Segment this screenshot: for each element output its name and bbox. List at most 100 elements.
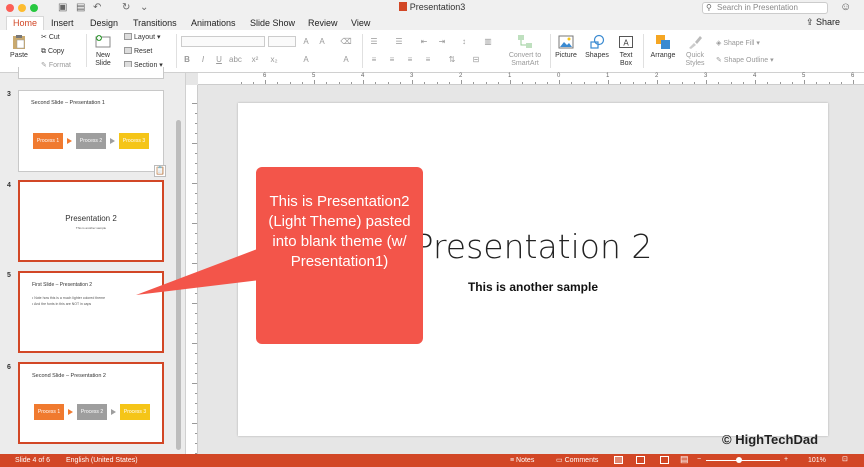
callout-annotation: This is Presentation2 (Light Theme) past… — [256, 167, 423, 344]
cut-button[interactable]: ✂ Cut — [41, 33, 60, 42]
justify-icon[interactable]: ≡ — [422, 54, 434, 65]
tab-insert[interactable]: Insert — [51, 17, 74, 29]
tab-slide-show[interactable]: Slide Show — [250, 17, 295, 29]
align-center-icon[interactable]: ≡ — [386, 54, 398, 65]
numbering-icon[interactable]: ☰ — [393, 36, 405, 47]
shapes-icon — [590, 34, 605, 49]
text-box-button[interactable]: A Text Box — [614, 34, 638, 68]
bold-button[interactable]: B — [181, 54, 193, 65]
ribbon-tabs: Home Insert Design Transitions Animation… — [0, 16, 864, 30]
shapes-button[interactable]: Shapes — [584, 34, 610, 60]
notes-button[interactable]: ≡ Notes — [510, 455, 534, 466]
paste-button[interactable]: Paste — [6, 34, 32, 60]
slideshow-icon[interactable]: ▤ — [680, 454, 689, 465]
ruler-tick — [195, 133, 197, 134]
reset-button[interactable]: Reset — [124, 47, 152, 56]
arrow-right-icon — [68, 409, 73, 415]
tab-review[interactable]: Review — [308, 17, 338, 29]
quick-styles-label: Quick Styles — [685, 52, 705, 67]
fit-to-window-icon[interactable]: ⊡ — [842, 454, 848, 465]
ruler-number: 5 — [802, 73, 806, 79]
ruler-tick — [571, 82, 573, 84]
align-right-icon[interactable]: ≡ — [404, 54, 416, 65]
quick-styles-button[interactable]: Quick Styles — [680, 34, 710, 68]
ruler-tick — [252, 82, 254, 84]
decrease-indent-icon[interactable]: ⇤ — [418, 36, 430, 47]
arrange-button[interactable]: Arrange — [648, 34, 678, 60]
zoom-slider[interactable] — [706, 460, 780, 461]
shape-outline-button[interactable]: ✎ Shape Outline ▾ — [716, 56, 774, 65]
ruler-tick — [706, 80, 707, 84]
new-slide-button[interactable]: New Slide — [90, 34, 116, 68]
slide-thumbnail-partial[interactable] — [18, 67, 164, 79]
ruler-tick — [350, 82, 352, 84]
font-color-icon[interactable]: A — [340, 54, 352, 65]
increase-font-icon[interactable]: A — [300, 36, 312, 47]
slide-thumbnail-3[interactable]: Second Slide – Presentation 1 Process 1 … — [18, 90, 164, 172]
reading-view-icon[interactable] — [660, 456, 669, 464]
ruler-tick — [632, 82, 634, 84]
layout-button[interactable]: Layout ▾ — [124, 33, 161, 42]
ruler-tick — [791, 82, 793, 84]
convert-to-smartart-button[interactable]: Convert to SmartArt — [505, 34, 545, 68]
font-name-box[interactable] — [181, 36, 265, 47]
tab-animations[interactable]: Animations — [191, 17, 236, 29]
italic-button[interactable]: I — [197, 54, 209, 65]
font-size-box[interactable] — [268, 36, 296, 47]
ruler-tick — [195, 213, 197, 214]
paste-options-icon[interactable]: 📋 — [154, 165, 166, 177]
zoom-slider-knob[interactable] — [736, 457, 742, 463]
notes-label: Notes — [516, 457, 535, 464]
ruler-tick — [301, 82, 303, 84]
bullet-text: Note how this is a much lighter colored … — [34, 296, 106, 300]
zoom-out-icon[interactable]: − — [697, 454, 701, 465]
slide-number: 5 — [7, 272, 11, 279]
align-left-icon[interactable]: ≡ — [368, 54, 380, 65]
tab-transitions[interactable]: Transitions — [133, 17, 177, 29]
search-placeholder: Search in Presentation — [717, 3, 798, 12]
increase-indent-icon[interactable]: ⇥ — [436, 36, 448, 47]
subscript-icon[interactable]: x₂ — [268, 54, 280, 65]
text-direction-icon[interactable]: ⇅ — [446, 54, 458, 65]
decrease-font-icon[interactable]: A — [316, 36, 328, 47]
document-icon — [398, 2, 407, 11]
zoom-in-icon[interactable]: + — [784, 454, 788, 465]
slide-thumbnail-6[interactable]: Second Slide – Presentation 2 Process 1 … — [18, 362, 164, 444]
share-button[interactable]: ⇪ Share — [806, 17, 840, 28]
underline-button[interactable]: U — [213, 54, 225, 65]
ruler-tick — [192, 143, 197, 144]
ruler-tick — [657, 80, 658, 84]
search-input[interactable]: ⚲ Search in Presentation — [702, 2, 828, 14]
new-slide-label: New Slide — [95, 52, 111, 67]
strikethrough-icon[interactable]: abc — [229, 54, 242, 65]
normal-view-icon[interactable] — [614, 456, 623, 464]
tab-home[interactable]: Home — [6, 16, 45, 30]
align-text-icon[interactable]: ⊟ — [470, 54, 482, 65]
columns-icon[interactable]: ▥ — [482, 36, 494, 47]
bullets-icon[interactable]: ☰ — [368, 36, 380, 47]
thumbnail-title: Second Slide – Presentation 1 — [31, 100, 105, 106]
comments-button[interactable]: ▭ Comments — [556, 455, 598, 466]
feedback-smiley-icon[interactable]: ☺ — [840, 1, 851, 13]
tab-design[interactable]: Design — [90, 17, 118, 29]
copy-button[interactable]: ⧉ Copy — [41, 47, 64, 56]
ruler-tick — [195, 153, 197, 154]
tab-view[interactable]: View — [351, 17, 370, 29]
horizontal-ruler[interactable]: 6 5 4 3 2 1 0 1 2 3 4 5 6 — [198, 73, 864, 85]
ruler-tick — [669, 82, 671, 84]
language-indicator[interactable]: English (United States) — [66, 455, 138, 466]
line-spacing-icon[interactable]: ↕ — [458, 36, 470, 47]
clear-formatting-icon[interactable]: ⌫ — [340, 36, 352, 47]
text-highlight-icon[interactable]: A — [300, 54, 312, 65]
picture-button[interactable]: Picture — [553, 34, 579, 60]
slide-number: 3 — [7, 91, 11, 98]
shape-fill-button[interactable]: ◈ Shape Fill ▾ — [716, 39, 760, 48]
ruler-tick — [534, 82, 536, 84]
slide-sorter-icon[interactable] — [636, 456, 645, 464]
ruler-tick — [755, 80, 756, 84]
reset-icon — [124, 47, 132, 54]
arrange-icon — [656, 35, 670, 49]
superscript-icon[interactable]: x² — [249, 54, 261, 65]
zoom-level[interactable]: 101% — [808, 455, 826, 466]
ruler-number: 0 — [557, 73, 561, 79]
